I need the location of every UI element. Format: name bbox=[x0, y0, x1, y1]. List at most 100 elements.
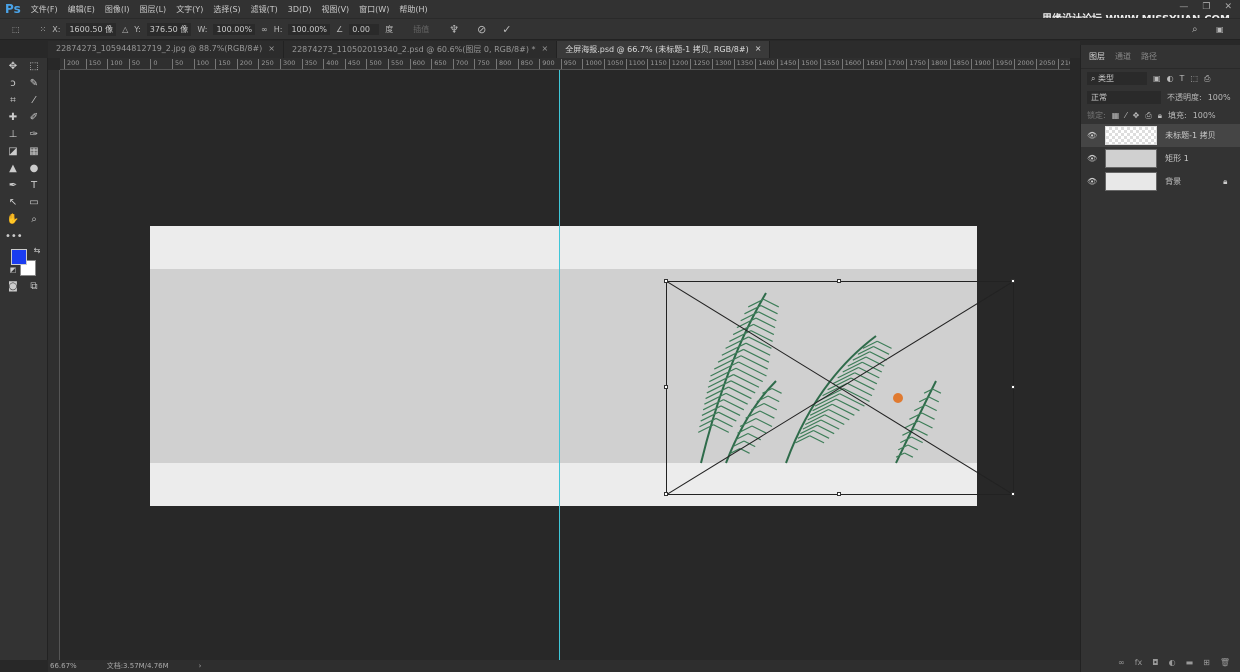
menu-select[interactable]: 选择(S) bbox=[213, 4, 240, 15]
menu-file[interactable]: 文件(F) bbox=[31, 4, 58, 15]
search-icon[interactable]: ⌕ bbox=[1192, 24, 1198, 35]
gradient-tool-icon[interactable]: ▦ bbox=[26, 145, 42, 159]
delete-layer-icon[interactable]: 🗑︎ bbox=[1220, 658, 1230, 672]
rectangle-tool-icon[interactable]: ▭ bbox=[26, 196, 42, 210]
path-select-icon[interactable]: ↖ bbox=[5, 196, 21, 210]
screen-mode-icon[interactable]: ⧉ bbox=[26, 280, 42, 294]
lock-brush-icon[interactable]: ⁄ bbox=[1125, 111, 1126, 120]
tab-doc-1[interactable]: 22874273_105944812719_2.jpg @ 88.7%(RGB/… bbox=[48, 41, 284, 58]
transform-handle[interactable] bbox=[664, 279, 668, 283]
eyedropper-icon[interactable]: ⁄ bbox=[26, 94, 42, 108]
stamp-tool-icon[interactable]: ⊥ bbox=[5, 128, 21, 142]
opacity-input[interactable]: 100% bbox=[1208, 93, 1231, 102]
menu-image[interactable]: 图像(I) bbox=[105, 4, 130, 15]
height-input[interactable]: 100.00% bbox=[288, 23, 331, 35]
visibility-eye-icon[interactable]: 👁︎ bbox=[1087, 131, 1097, 140]
menu-3d[interactable]: 3D(D) bbox=[288, 5, 312, 14]
visibility-eye-icon[interactable]: 👁︎ bbox=[1087, 177, 1097, 186]
menu-help[interactable]: 帮助(H) bbox=[399, 4, 427, 15]
transform-handle[interactable] bbox=[1011, 279, 1015, 283]
layer-row[interactable]: 👁︎ 未标题-1 拷贝 bbox=[1081, 124, 1240, 147]
link-layers-icon[interactable]: ∞ bbox=[1118, 658, 1125, 672]
filter-smart-icon[interactable]: ⎙ bbox=[1204, 74, 1210, 84]
zoom-level[interactable]: 66.67% bbox=[50, 662, 77, 670]
menu-type[interactable]: 文字(Y) bbox=[176, 4, 203, 15]
delta-icon[interactable]: △ bbox=[122, 25, 128, 34]
transform-handle[interactable] bbox=[1011, 492, 1015, 496]
width-input[interactable]: 100.00% bbox=[213, 23, 256, 35]
mask-icon[interactable]: ◘ bbox=[1152, 658, 1158, 672]
interpolation-select[interactable]: 插值 bbox=[413, 24, 429, 35]
transform-handle[interactable] bbox=[837, 492, 841, 496]
hand-tool-icon[interactable]: ✋ bbox=[5, 213, 21, 227]
transform-handle[interactable] bbox=[837, 279, 841, 283]
reference-point-icon[interactable]: ⁙ bbox=[40, 25, 47, 34]
filter-shape-icon[interactable]: ⬚ bbox=[1190, 74, 1198, 83]
history-brush-icon[interactable]: ✑ bbox=[26, 128, 42, 142]
tab-doc-3[interactable]: 全屏海报.psd @ 66.7% (未标题-1 拷贝, RGB/8#) × bbox=[557, 41, 771, 58]
filter-adjust-icon[interactable]: ◐ bbox=[1167, 74, 1174, 83]
type-tool-icon[interactable]: T bbox=[26, 179, 42, 193]
angle-input[interactable]: 0.00 bbox=[349, 23, 380, 35]
healing-brush-icon[interactable]: ✚ bbox=[5, 111, 21, 125]
zoom-tool-icon[interactable]: ⌕ bbox=[26, 213, 42, 227]
dodge-tool-icon[interactable]: ● bbox=[26, 162, 42, 176]
brush-tool-icon[interactable]: ✐ bbox=[26, 111, 42, 125]
vertical-guide[interactable] bbox=[559, 70, 560, 660]
lock-all-icon[interactable]: 🔒︎ bbox=[1158, 111, 1162, 121]
transform-bounding-box[interactable] bbox=[666, 281, 1014, 495]
x-input[interactable]: 1600.50 像 bbox=[66, 22, 117, 36]
layer-row[interactable]: 👁︎ 背景 🔒︎ bbox=[1081, 170, 1240, 193]
quick-mask-icon[interactable]: ◙ bbox=[5, 280, 21, 294]
tab-close-icon[interactable]: × bbox=[268, 44, 275, 55]
tab-paths[interactable]: 路径 bbox=[1141, 51, 1157, 62]
tab-channels[interactable]: 通道 bbox=[1115, 51, 1131, 62]
lock-artboard-icon[interactable]: ⎙ bbox=[1145, 111, 1151, 121]
blend-mode-select[interactable]: 正常 bbox=[1087, 91, 1161, 104]
adjustment-icon[interactable]: ◐ bbox=[1169, 658, 1176, 672]
workspace-icon[interactable]: ▣ bbox=[1216, 25, 1224, 34]
fill-input[interactable]: 100% bbox=[1193, 111, 1216, 120]
lock-transparent-icon[interactable]: ▦ bbox=[1112, 111, 1120, 120]
marquee-tool-icon[interactable]: ⬚ bbox=[26, 60, 42, 74]
cancel-transform-icon[interactable]: ⊘ bbox=[477, 23, 486, 36]
menu-filter[interactable]: 滤镜(T) bbox=[251, 4, 278, 15]
layer-filter-select[interactable]: ⌕ 类型 bbox=[1087, 72, 1147, 85]
swap-colors-icon[interactable]: ⇆ bbox=[29, 244, 45, 258]
group-icon[interactable]: ▬ bbox=[1186, 658, 1194, 672]
filter-type-icon[interactable]: T bbox=[1180, 74, 1185, 83]
lasso-tool-icon[interactable]: ↄ bbox=[5, 77, 21, 91]
layer-row[interactable]: 👁︎ 矩形 1 bbox=[1081, 147, 1240, 170]
menu-layer[interactable]: 图层(L) bbox=[139, 4, 166, 15]
menu-view[interactable]: 视图(V) bbox=[321, 4, 349, 15]
link-icon[interactable]: ∞ bbox=[261, 25, 268, 34]
tab-close-icon[interactable]: × bbox=[542, 44, 549, 55]
quick-select-icon[interactable]: ✎ bbox=[26, 77, 42, 91]
transform-handle[interactable] bbox=[664, 492, 668, 496]
new-layer-icon[interactable]: ⊞ bbox=[1203, 658, 1210, 672]
menu-edit[interactable]: 编辑(E) bbox=[68, 4, 95, 15]
menu-window[interactable]: 窗口(W) bbox=[359, 4, 389, 15]
visibility-eye-icon[interactable]: 👁︎ bbox=[1087, 154, 1097, 163]
y-input[interactable]: 376.50 像 bbox=[146, 22, 192, 36]
move-tool-icon[interactable]: ✥ bbox=[5, 60, 21, 74]
palm-leaves-image[interactable] bbox=[666, 281, 1014, 495]
warp-icon[interactable]: ♆ bbox=[449, 23, 459, 36]
default-colors-icon[interactable]: ◩ bbox=[5, 263, 21, 277]
tab-close-icon[interactable]: × bbox=[755, 44, 762, 55]
opacity-label: 不透明度: bbox=[1167, 93, 1202, 102]
more-tools-icon[interactable]: ••• bbox=[5, 230, 23, 244]
fx-icon[interactable]: fx bbox=[1135, 658, 1143, 672]
lock-move-icon[interactable]: ✥ bbox=[1133, 111, 1140, 120]
status-menu-arrow[interactable]: › bbox=[199, 662, 202, 670]
tab-doc-2[interactable]: 22874273_110502019340_2.psd @ 60.6%(图层 0… bbox=[284, 41, 558, 58]
transform-handle[interactable] bbox=[1011, 385, 1015, 389]
transform-handle[interactable] bbox=[664, 385, 668, 389]
commit-transform-icon[interactable]: ✓ bbox=[502, 23, 511, 36]
tab-layers[interactable]: 图层 bbox=[1089, 51, 1105, 62]
blur-tool-icon[interactable]: ▲ bbox=[5, 162, 21, 176]
eraser-tool-icon[interactable]: ◪ bbox=[5, 145, 21, 159]
filter-pixel-icon[interactable]: ▣ bbox=[1153, 74, 1161, 83]
pen-tool-icon[interactable]: ✒ bbox=[5, 179, 21, 193]
crop-tool-icon[interactable]: ⌗ bbox=[5, 94, 21, 108]
